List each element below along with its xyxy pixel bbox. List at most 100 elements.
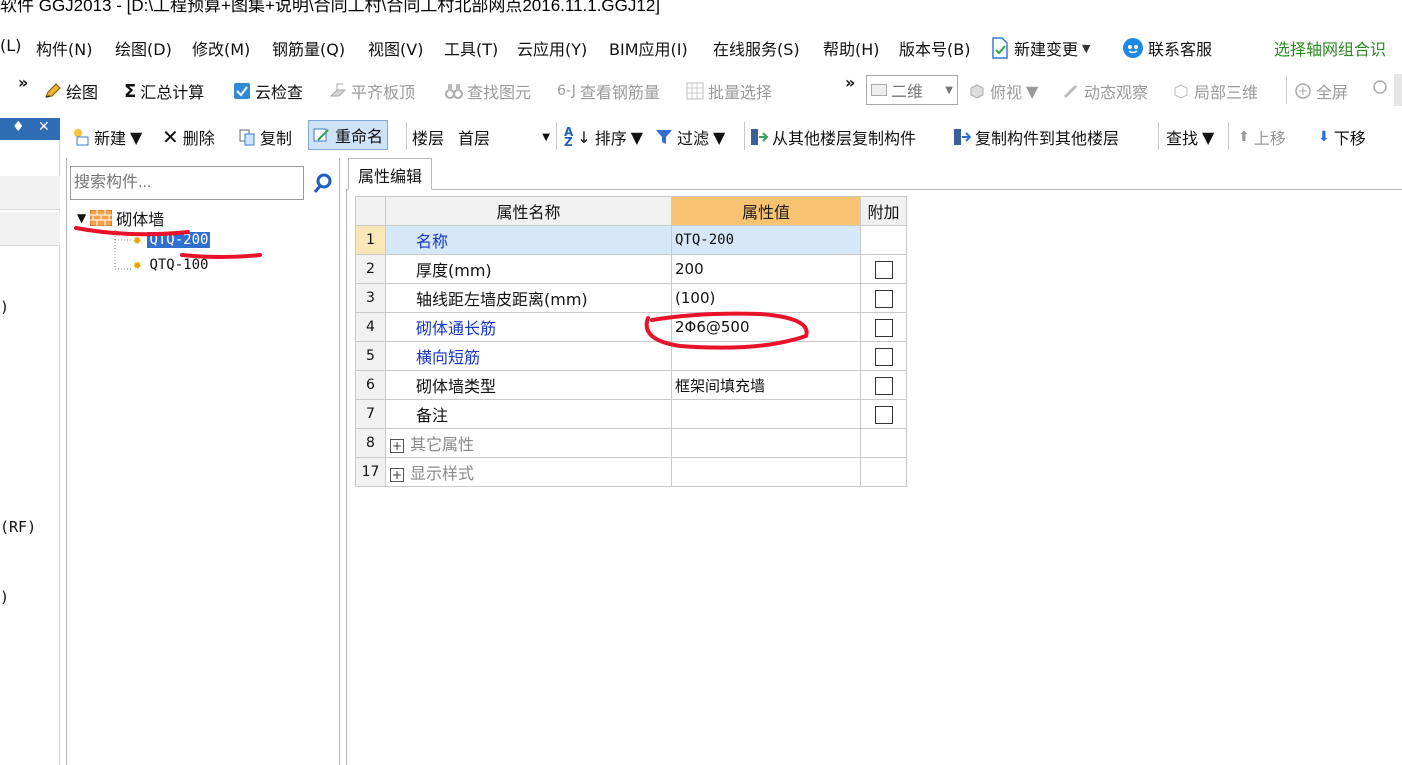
flush-slab-top-button[interactable]: 平齐板顶 <box>329 79 415 103</box>
left-panel-row[interactable] <box>0 176 60 210</box>
table-row[interactable]: 3 轴线距左墙皮距离(mm) (100) <box>355 283 907 313</box>
new-component-button[interactable]: 新建 ▼ <box>72 125 142 149</box>
tree-item-qtq-200[interactable]: ✹ QTQ-200 <box>133 232 211 248</box>
overflow-chevron-icon[interactable]: » <box>18 73 28 92</box>
table-row[interactable]: 1 名称 QTQ-200 <box>355 225 907 255</box>
search-button[interactable] <box>308 166 338 200</box>
view-mode-value: 二维 <box>891 82 924 101</box>
menu-item-cloud[interactable]: 云应用(Y) <box>517 36 587 60</box>
copy-from-other-floor-button[interactable]: 从其他楼层复制构件 <box>750 125 916 149</box>
menu-item-online-service[interactable]: 在线服务(S) <box>713 36 800 60</box>
view-mode-select[interactable]: 二维 ▼ <box>866 75 958 105</box>
table-row[interactable]: 17 + 显示样式 <box>355 457 907 487</box>
contact-service-menu[interactable]: 联系客服 <box>1122 36 1212 60</box>
contact-service-label: 联系客服 <box>1148 40 1213 59</box>
view-mode-square-icon <box>871 84 887 96</box>
delete-button[interactable]: ✕ 删除 <box>162 125 215 149</box>
batch-select-button[interactable]: 批量选择 <box>686 79 772 103</box>
tree-node-masonry-wall[interactable]: ▼ 砌体墙 <box>77 206 164 230</box>
tree-item-label: QTQ-100 <box>149 257 209 273</box>
property-add-cell <box>860 312 907 342</box>
expand-plus-icon[interactable]: + <box>390 468 404 482</box>
menu-item-view[interactable]: 视图(V) <box>368 36 423 60</box>
menu-item-version[interactable]: 版本号(B) <box>899 36 970 60</box>
search-component-input[interactable] <box>70 166 304 200</box>
left-panel-row[interactable] <box>0 212 60 246</box>
floor-select[interactable]: 首层 ▼ <box>458 125 550 149</box>
copy-to-other-floor-button[interactable]: 复制构件到其他楼层 <box>953 125 1119 149</box>
expand-plus-icon[interactable]: + <box>390 439 404 453</box>
copy-button[interactable]: 复制 <box>238 125 292 149</box>
property-value[interactable]: 200 <box>671 254 861 284</box>
row-number: 7 <box>355 399 386 429</box>
summary-calc-button[interactable]: Σ 汇总计算 <box>124 79 204 103</box>
binoculars-icon <box>445 84 463 99</box>
menu-item-draw[interactable]: 绘图(D) <box>115 36 172 60</box>
property-value[interactable]: 2Φ6@500 <box>671 312 861 342</box>
tree-item-qtq-100[interactable]: ✹ QTQ-100 <box>133 257 210 273</box>
select-axis-group-link[interactable]: 选择轴网组合识 <box>1274 36 1386 60</box>
move-up-label: 上移 <box>1253 129 1286 148</box>
menu-item-rebar-quantity[interactable]: 钢筋量(Q) <box>272 36 345 60</box>
property-value[interactable] <box>671 399 861 429</box>
find-button[interactable]: 查找 ▼ <box>1166 125 1214 149</box>
table-row[interactable]: 2 厚度(mm) 200 <box>355 254 907 284</box>
partial-3d-button[interactable]: 局部三维 <box>1172 79 1258 103</box>
property-value[interactable]: 框架间填充墙 <box>671 370 861 400</box>
top-view-label: 俯视 <box>990 83 1023 102</box>
property-group[interactable]: + 显示样式 <box>385 457 672 487</box>
move-up-button[interactable]: ⬆ 上移 <box>1238 125 1286 149</box>
property-group[interactable]: + 其它属性 <box>385 428 672 458</box>
find-element-button[interactable]: 查找图元 <box>445 79 531 103</box>
zoom-icon[interactable] <box>1372 79 1390 97</box>
search-icon <box>313 173 332 193</box>
zoom-extents-icon <box>1295 83 1311 99</box>
chevron-down-icon[interactable]: ▼ <box>77 211 86 225</box>
rename-button[interactable]: 重命名 <box>308 120 389 150</box>
add-checkbox[interactable] <box>874 347 893 366</box>
copy-label: 复制 <box>260 129 293 148</box>
property-value <box>671 457 861 487</box>
move-down-button[interactable]: ⬇ 下移 <box>1318 125 1366 149</box>
property-value[interactable] <box>671 341 861 371</box>
dynamic-view-button[interactable]: 动态观察 <box>1062 79 1148 103</box>
close-icon[interactable]: ✕ <box>38 119 50 135</box>
menu-item-l[interactable]: (L) <box>0 36 21 55</box>
property-name: 砌体墙类型 <box>385 370 672 400</box>
filter-button[interactable]: 过滤 ▼ <box>655 125 725 149</box>
top-view-button[interactable]: 俯视 ▼ <box>968 79 1038 103</box>
property-value[interactable]: (100) <box>671 283 861 313</box>
document-change-icon <box>992 37 1008 59</box>
add-checkbox[interactable] <box>874 405 893 424</box>
property-add-cell <box>860 341 907 371</box>
find-element-label: 查找图元 <box>467 83 532 102</box>
add-checkbox[interactable] <box>874 376 893 395</box>
chevron-down-icon: ▼ <box>1026 81 1039 101</box>
menu-item-help[interactable]: 帮助(H) <box>823 36 880 60</box>
add-checkbox[interactable] <box>874 318 893 337</box>
table-row[interactable]: 4 砌体通长筋 2Φ6@500 <box>355 312 907 342</box>
add-checkbox[interactable] <box>874 260 893 279</box>
overflow-chevron-icon[interactable]: » <box>845 73 855 92</box>
add-checkbox[interactable] <box>874 289 893 308</box>
view-rebar-button[interactable]: 6-J 查看钢筋量 <box>557 79 660 103</box>
menu-item-modify[interactable]: 修改(M) <box>192 36 250 60</box>
flush-slab-icon <box>329 83 347 97</box>
property-value[interactable]: QTQ-200 <box>671 225 861 255</box>
cloud-check-button[interactable]: 云检查 <box>233 79 303 103</box>
menu-item-bim[interactable]: BIM应用(I) <box>609 36 688 60</box>
table-row[interactable]: 6 砌体墙类型 框架间填充墙 <box>355 370 907 400</box>
draw-button[interactable]: 绘图 <box>44 79 98 103</box>
menu-item-tools[interactable]: 工具(T) <box>444 36 498 60</box>
chevron-down-icon: ▼ <box>713 127 726 147</box>
new-change-menu[interactable]: 新建变更 ▼ <box>990 36 1090 60</box>
table-row[interactable]: 5 横向短筋 <box>355 341 907 371</box>
sort-button[interactable]: AZ ↓ 排序 ▼ <box>564 125 643 149</box>
table-row[interactable]: 7 备注 <box>355 399 907 429</box>
table-row[interactable]: 8 + 其它属性 <box>355 428 907 458</box>
tab-property-edit[interactable]: 属性编辑 <box>348 158 433 190</box>
view-rebar-label: 查看钢筋量 <box>579 83 660 102</box>
pin-icon[interactable]: ♦ <box>12 119 25 135</box>
menu-item-component[interactable]: 构件(N) <box>36 36 92 60</box>
fullscreen-button[interactable]: 全屏 <box>1294 79 1348 103</box>
